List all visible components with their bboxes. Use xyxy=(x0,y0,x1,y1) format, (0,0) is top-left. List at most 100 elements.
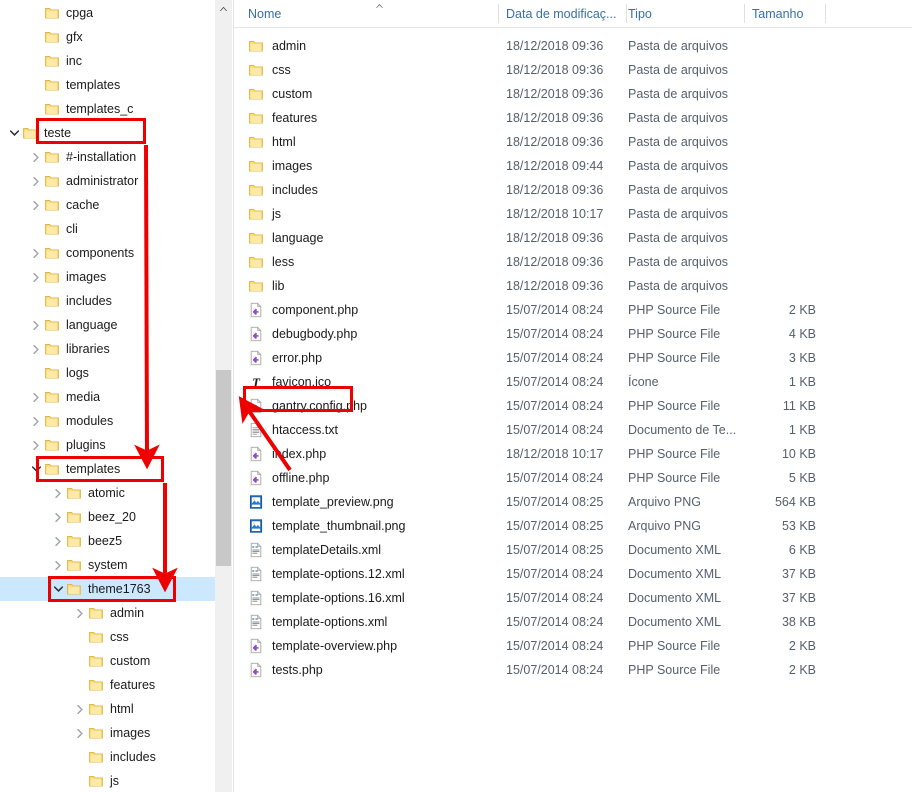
tree-item-administrator[interactable]: administrator xyxy=(0,169,215,193)
file-name-cell[interactable]: templateDetails.xml xyxy=(248,538,381,562)
file-row[interactable]: css 18/12/2018 09:36 Pasta de arquivos xyxy=(234,58,912,82)
tree-item-atomic[interactable]: atomic xyxy=(0,481,215,505)
file-row[interactable]: features 18/12/2018 09:36 Pasta de arquivo… xyxy=(234,106,912,130)
file-name-cell[interactable]: offline.php xyxy=(248,466,329,490)
scroll-up-arrow-icon[interactable] xyxy=(215,0,232,17)
chevron-right-icon[interactable] xyxy=(28,437,44,453)
chevron-right-icon[interactable] xyxy=(50,557,66,573)
file-row[interactable]: html 18/12/2018 09:36 Pasta de arquivos xyxy=(234,130,912,154)
file-name-cell[interactable]: includes xyxy=(248,178,318,202)
chevron-right-icon[interactable] xyxy=(28,173,44,189)
tree-item-html[interactable]: html xyxy=(0,697,215,721)
file-name-cell[interactable]: component.php xyxy=(248,298,358,322)
tree-item-features[interactable]: features xyxy=(0,673,215,697)
tree-item-cpga[interactable]: cpga xyxy=(0,1,215,25)
file-row[interactable]: component.php 15/07/2014 08:24 PHP Source … xyxy=(234,298,912,322)
tree-item-beez-20[interactable]: beez_20 xyxy=(0,505,215,529)
file-row[interactable]: Tfavicon.ico 15/07/2014 08:24 Ícone 1 KB xyxy=(234,370,912,394)
tree-item-logs[interactable]: logs xyxy=(0,361,215,385)
file-name-cell[interactable]: template-options.xml xyxy=(248,610,387,634)
file-name-cell[interactable]: index.php xyxy=(248,442,326,466)
file-row[interactable]: includes 18/12/2018 09:36 Pasta de arquivo… xyxy=(234,178,912,202)
column-header-date[interactable]: Data de modificaç... xyxy=(506,0,616,27)
folder-tree-sidebar[interactable]: cpga gfx inc templates templates_c teste #-ins… xyxy=(0,0,215,792)
file-row[interactable]: images 18/12/2018 09:44 Pasta de arquivos xyxy=(234,154,912,178)
tree-item-libraries[interactable]: libraries xyxy=(0,337,215,361)
file-row[interactable]: templateDetails.xml 15/07/2014 08:25 Docum… xyxy=(234,538,912,562)
tree-item-beez5[interactable]: beez5 xyxy=(0,529,215,553)
chevron-down-icon[interactable] xyxy=(50,581,66,597)
file-name-cell[interactable]: tests.php xyxy=(248,658,323,682)
file-name-cell[interactable]: js xyxy=(248,202,281,226)
file-row[interactable]: template_thumbnail.png 15/07/2014 08:25 Ar… xyxy=(234,514,912,538)
chevron-right-icon[interactable] xyxy=(28,389,44,405)
file-name-cell[interactable]: lib xyxy=(248,274,285,298)
file-name-cell[interactable]: language xyxy=(248,226,323,250)
file-name-cell[interactable]: htaccess.txt xyxy=(248,418,338,442)
file-row[interactable]: gantry.config.php 15/07/2014 08:24 PHP Sou… xyxy=(234,394,912,418)
file-row[interactable]: less 18/12/2018 09:36 Pasta de arquivos xyxy=(234,250,912,274)
tree-item-templates[interactable]: templates xyxy=(0,457,215,481)
file-name-cell[interactable]: template_thumbnail.png xyxy=(248,514,405,538)
tree-item-images[interactable]: images xyxy=(0,265,215,289)
chevron-right-icon[interactable] xyxy=(50,485,66,501)
file-name-cell[interactable]: less xyxy=(248,250,294,274)
chevron-right-icon[interactable] xyxy=(28,197,44,213)
chevron-down-icon[interactable] xyxy=(28,461,44,477)
tree-item-inc[interactable]: inc xyxy=(0,49,215,73)
chevron-right-icon[interactable] xyxy=(72,701,88,717)
tree-item-templates[interactable]: templates xyxy=(0,73,215,97)
tree-item-js[interactable]: js xyxy=(0,769,215,792)
column-divider[interactable] xyxy=(498,4,499,23)
file-name-cell[interactable]: template-options.16.xml xyxy=(248,586,405,610)
file-name-cell[interactable]: gantry.config.php xyxy=(248,394,367,418)
chevron-right-icon[interactable] xyxy=(28,245,44,261)
tree-item-language[interactable]: language xyxy=(0,313,215,337)
file-name-cell[interactable]: admin xyxy=(248,34,306,58)
chevron-right-icon[interactable] xyxy=(28,149,44,165)
chevron-right-icon[interactable] xyxy=(50,533,66,549)
file-name-cell[interactable]: features xyxy=(248,106,317,130)
tree-item-gfx[interactable]: gfx xyxy=(0,25,215,49)
file-name-cell[interactable]: template-options.12.xml xyxy=(248,562,405,586)
tree-item-includes[interactable]: includes xyxy=(0,289,215,313)
file-row[interactable]: template-options.xml 15/07/2014 08:24 Docu… xyxy=(234,610,912,634)
tree-item-teste[interactable]: teste xyxy=(0,121,215,145)
file-list-pane[interactable]: Nome Data de modificaç... Tipo Tamanho admi… xyxy=(234,0,912,792)
chevron-right-icon[interactable] xyxy=(72,725,88,741)
column-header-type[interactable]: Tipo xyxy=(628,0,652,27)
chevron-right-icon[interactable] xyxy=(28,413,44,429)
file-name-cell[interactable]: images xyxy=(248,154,312,178)
file-row[interactable]: htaccess.txt 15/07/2014 08:24 Documento de… xyxy=(234,418,912,442)
tree-item-components[interactable]: components xyxy=(0,241,215,265)
file-row[interactable]: lib 18/12/2018 09:36 Pasta de arquivos xyxy=(234,274,912,298)
file-name-cell[interactable]: error.php xyxy=(248,346,322,370)
tree-item-modules[interactable]: modules xyxy=(0,409,215,433)
tree-item-system[interactable]: system xyxy=(0,553,215,577)
tree-item-plugins[interactable]: plugins xyxy=(0,433,215,457)
file-row[interactable]: offline.php 15/07/2014 08:24 PHP Source Fi… xyxy=(234,466,912,490)
file-row[interactable]: tests.php 15/07/2014 08:24 PHP Source File… xyxy=(234,658,912,682)
file-name-cell[interactable]: custom xyxy=(248,82,312,106)
file-name-cell[interactable]: template_preview.png xyxy=(248,490,394,514)
tree-item-admin[interactable]: admin xyxy=(0,601,215,625)
file-row[interactable]: js 18/12/2018 10:17 Pasta de arquivos xyxy=(234,202,912,226)
sidebar-scrollbar[interactable] xyxy=(215,0,232,792)
chevron-down-icon[interactable] xyxy=(6,125,22,141)
column-header-row[interactable]: Nome Data de modificaç... Tipo Tamanho xyxy=(234,0,912,27)
file-name-cell[interactable]: css xyxy=(248,58,291,82)
file-row[interactable]: admin 18/12/2018 09:36 Pasta de arquivos xyxy=(234,34,912,58)
file-row[interactable]: debugbody.php 15/07/2014 08:24 PHP Source … xyxy=(234,322,912,346)
tree-item-includes[interactable]: includes xyxy=(0,745,215,769)
tree-item-media[interactable]: media xyxy=(0,385,215,409)
tree-item-cli[interactable]: cli xyxy=(0,217,215,241)
chevron-right-icon[interactable] xyxy=(28,317,44,333)
chevron-right-icon[interactable] xyxy=(50,509,66,525)
column-header-name[interactable]: Nome xyxy=(248,0,281,27)
file-row[interactable]: custom 18/12/2018 09:36 Pasta de arquivos xyxy=(234,82,912,106)
file-name-cell[interactable]: html xyxy=(248,130,296,154)
chevron-right-icon[interactable] xyxy=(28,269,44,285)
sidebar-scrollbar-thumb[interactable] xyxy=(216,370,231,566)
chevron-right-icon[interactable] xyxy=(72,605,88,621)
file-name-cell[interactable]: template-overview.php xyxy=(248,634,397,658)
